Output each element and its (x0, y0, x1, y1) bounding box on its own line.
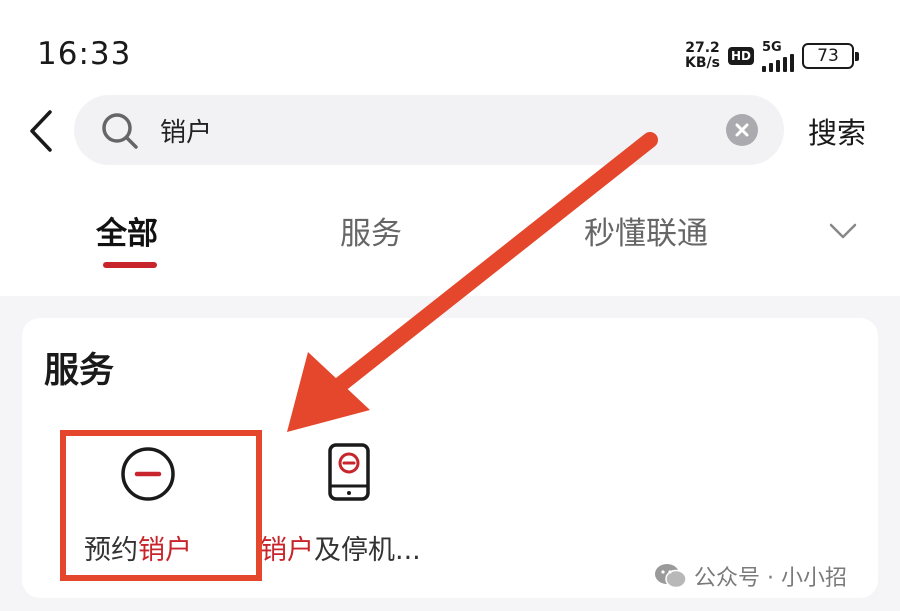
phone-minus-icon (328, 443, 370, 501)
annotation-highlight-box (60, 430, 262, 581)
label-suffix: 及停机... (314, 535, 421, 566)
tab-service[interactable]: 服务 (340, 208, 402, 253)
tab-miaodong-liantong[interactable]: 秒懂联通 (584, 208, 708, 253)
search-input[interactable] (160, 105, 680, 155)
search-icon (102, 113, 138, 149)
watermark: 公众号 · 小小招 (654, 560, 847, 592)
service-section-title: 服务 (44, 351, 115, 391)
close-icon (735, 123, 749, 137)
status-time: 16:33 (37, 36, 132, 72)
battery-icon: 73 (802, 43, 859, 69)
battery-level: 73 (817, 46, 839, 66)
network-speed-unit: KB/s (685, 55, 720, 71)
network-speed: 27.2 KB/s (685, 41, 720, 71)
signal-bars-icon (762, 53, 794, 72)
chevron-down-icon (829, 223, 857, 239)
tabs-expand-button[interactable] (828, 220, 858, 242)
signal-icon: 5G (762, 41, 794, 72)
clear-search-button[interactable] (726, 114, 758, 146)
label-highlight: 销户 (260, 535, 314, 566)
network-speed-value: 27.2 (685, 40, 720, 56)
back-button[interactable] (24, 108, 60, 154)
search-box[interactable] (74, 95, 784, 165)
active-tab-indicator (103, 262, 157, 268)
search-submit-button[interactable]: 搜索 (808, 110, 866, 152)
signal-type: 5G (762, 39, 782, 55)
watermark-text: 公众号 · 小小招 (694, 566, 847, 591)
chevron-left-icon (30, 110, 52, 152)
wechat-icon (655, 564, 687, 589)
tab-all[interactable]: 全部 (96, 208, 158, 253)
service-item-cancel-suspend[interactable]: 销户及停机... (260, 436, 460, 576)
hd-badge: HD (727, 47, 754, 65)
status-icons: 27.2 KB/s HD 5G 73 (685, 38, 859, 74)
service-item-label: 销户及停机... (260, 528, 421, 567)
